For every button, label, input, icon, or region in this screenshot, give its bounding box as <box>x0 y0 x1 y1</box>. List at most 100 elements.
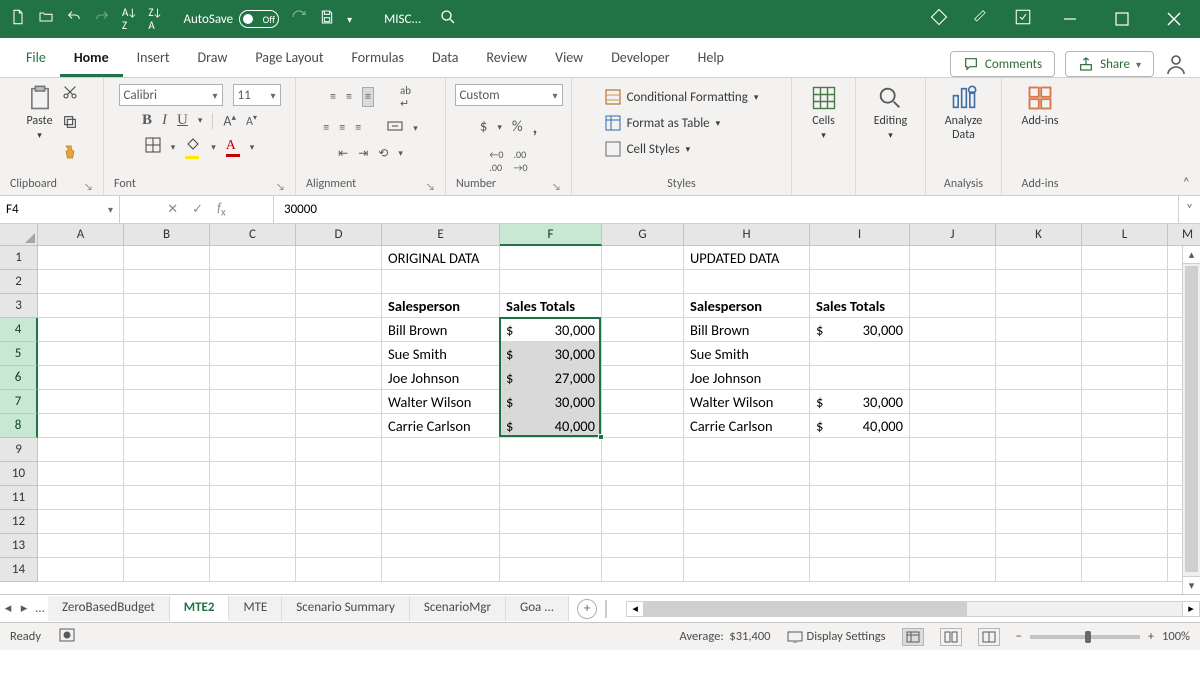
column-header[interactable]: E <box>382 224 500 246</box>
cell[interactable] <box>910 318 996 342</box>
cell[interactable]: Carrie Carlson <box>382 414 500 438</box>
cell[interactable] <box>910 342 996 366</box>
cell[interactable] <box>910 558 996 582</box>
cell[interactable] <box>500 246 602 270</box>
new-file-icon[interactable] <box>10 9 26 29</box>
editing-button[interactable]: Editing▾ <box>874 84 907 141</box>
paste-button[interactable]: Paste ▾ <box>26 84 54 141</box>
display-settings-button[interactable]: Display Settings <box>787 629 886 644</box>
sheet-tab[interactable]: ScenarioMgr <box>410 596 506 621</box>
cell[interactable] <box>602 534 684 558</box>
share-button[interactable]: Share ▾ <box>1065 51 1154 77</box>
zoom-level[interactable]: 100% <box>1162 629 1190 644</box>
zoom-slider[interactable] <box>1030 635 1140 639</box>
cell[interactable] <box>210 342 296 366</box>
cell[interactable]: Joe Johnson <box>684 366 810 390</box>
cell[interactable] <box>810 510 910 534</box>
undo-icon[interactable] <box>66 9 82 29</box>
page-layout-view-button[interactable] <box>940 628 962 646</box>
brush-icon[interactable] <box>972 8 990 30</box>
tab-file[interactable]: File <box>12 41 60 77</box>
row-header[interactable]: 1 <box>0 246 38 270</box>
cell[interactable] <box>382 510 500 534</box>
tab-help[interactable]: Help <box>684 41 738 77</box>
cell[interactable] <box>210 390 296 414</box>
cell[interactable] <box>38 390 124 414</box>
cell[interactable] <box>602 438 684 462</box>
cell[interactable] <box>296 534 382 558</box>
cell[interactable]: Salesperson <box>382 294 500 318</box>
cell[interactable] <box>996 342 1082 366</box>
cell[interactable] <box>210 510 296 534</box>
cell[interactable] <box>124 390 210 414</box>
cell[interactable] <box>602 246 684 270</box>
sheet-tab[interactable]: Scenario Summary <box>282 596 410 621</box>
cell[interactable] <box>996 390 1082 414</box>
cell[interactable]: Sales Totals <box>500 294 602 318</box>
cell[interactable]: 30,000 <box>810 318 910 342</box>
cell[interactable] <box>382 486 500 510</box>
align-right-icon[interactable]: ≡ <box>355 121 361 135</box>
cell[interactable] <box>296 462 382 486</box>
cell[interactable] <box>684 462 810 486</box>
tab-page-layout[interactable]: Page Layout <box>241 41 337 77</box>
column-header[interactable]: B <box>124 224 210 246</box>
bold-button[interactable]: B <box>142 112 152 129</box>
name-box[interactable]: F4▾ <box>0 196 120 223</box>
add-sheet-button[interactable]: + <box>577 599 597 619</box>
cell[interactable] <box>296 486 382 510</box>
scroll-left-icon[interactable]: ◂ <box>626 601 644 617</box>
cell[interactable] <box>1082 558 1168 582</box>
row-header[interactable]: 4 <box>0 318 38 342</box>
sheet-nav-prev-icon[interactable]: ◂ <box>0 601 16 616</box>
cell[interactable]: 40,000 <box>810 414 910 438</box>
cell[interactable] <box>296 246 382 270</box>
cell[interactable]: Joe Johnson <box>382 366 500 390</box>
cell[interactable] <box>810 558 910 582</box>
cell[interactable] <box>996 438 1082 462</box>
cell[interactable] <box>996 510 1082 534</box>
number-launcher[interactable]: ↘ <box>552 180 561 193</box>
cell[interactable] <box>910 462 996 486</box>
cell[interactable] <box>124 414 210 438</box>
cell[interactable] <box>382 558 500 582</box>
cell[interactable] <box>602 270 684 294</box>
cell[interactable] <box>910 246 996 270</box>
zoom-in-button[interactable]: + <box>1148 629 1154 644</box>
cell[interactable] <box>1082 270 1168 294</box>
conditional-formatting-button[interactable]: Conditional Formatting ▾ <box>605 88 759 106</box>
row-header[interactable]: 11 <box>0 486 38 510</box>
cell[interactable] <box>996 246 1082 270</box>
clipboard-launcher[interactable]: ↘ <box>84 180 93 193</box>
cell[interactable] <box>910 294 996 318</box>
sort-asc-icon[interactable]: A↓Z <box>122 6 136 32</box>
row-header[interactable]: 6 <box>0 366 38 390</box>
cell[interactable] <box>210 462 296 486</box>
cell[interactable] <box>500 510 602 534</box>
cell[interactable] <box>124 558 210 582</box>
scroll-right-icon[interactable]: ▸ <box>1182 601 1200 617</box>
cell[interactable] <box>1082 438 1168 462</box>
cell[interactable]: Sales Totals <box>810 294 910 318</box>
cell[interactable] <box>124 294 210 318</box>
increase-indent-icon[interactable]: ⇥ <box>358 146 368 161</box>
cell[interactable] <box>38 246 124 270</box>
cell[interactable] <box>38 270 124 294</box>
cell[interactable] <box>382 534 500 558</box>
cell[interactable] <box>124 534 210 558</box>
cell[interactable] <box>382 462 500 486</box>
row-header[interactable]: 14 <box>0 558 38 582</box>
cell[interactable] <box>38 486 124 510</box>
row-header[interactable]: 7 <box>0 390 38 414</box>
cells-button[interactable]: Cells▾ <box>810 84 838 141</box>
cell[interactable] <box>38 294 124 318</box>
percent-format-icon[interactable]: % <box>512 118 523 136</box>
cell[interactable] <box>1082 294 1168 318</box>
wrap-text-icon[interactable]: ab↵ <box>400 84 411 110</box>
cell[interactable] <box>684 270 810 294</box>
worksheet-grid[interactable]: 1234567891011121314 ABCDEFGHIJKLM ORIGIN… <box>0 224 1200 594</box>
cell[interactable] <box>810 342 910 366</box>
zoom-out-button[interactable]: − <box>1016 629 1022 644</box>
sheet-tab[interactable]: MTE2 <box>170 596 230 621</box>
cell[interactable]: 30,000 <box>500 342 602 366</box>
